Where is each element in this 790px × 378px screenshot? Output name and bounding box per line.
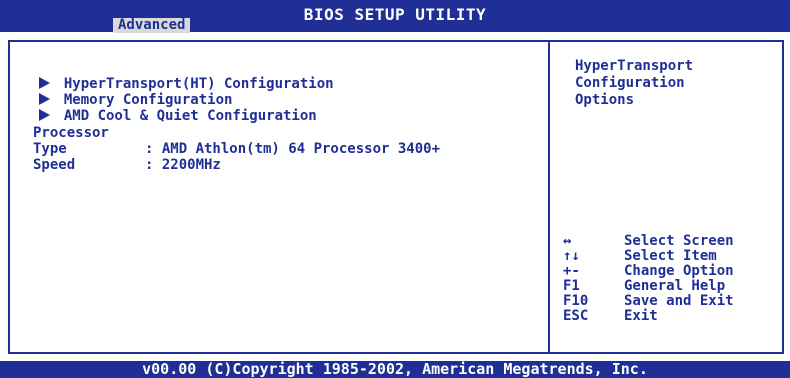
key-change-option: +- xyxy=(563,263,580,279)
key-exit: ESC xyxy=(563,308,589,324)
title-bar: BIOS SETUP UTILITY Advanced xyxy=(0,0,790,33)
help-text: HyperTransport Configuration Options xyxy=(575,58,775,109)
key-save-exit: F10 xyxy=(563,293,589,309)
menu-item-cool-quiet[interactable]: AMD Cool & Quiet Configuration xyxy=(22,92,317,124)
processor-heading: Processor xyxy=(33,125,109,141)
menu-item-hypertransport[interactable]: HyperTransport(HT) Configuration xyxy=(22,60,334,92)
triangle-right-icon xyxy=(38,109,50,121)
help-line: Configuration xyxy=(575,75,685,91)
key-desc-select-screen: Select Screen xyxy=(624,233,734,249)
processor-type-value: : AMD Athlon(tm) 64 Processor 3400+ xyxy=(145,141,441,157)
key-select-screen: ↔ xyxy=(563,233,572,249)
key-desc-general-help: General Help xyxy=(624,278,726,294)
key-desc-exit: Exit xyxy=(624,308,658,324)
panel-divider xyxy=(548,40,550,354)
key-desc-save-exit: Save and Exit xyxy=(624,293,734,309)
processor-type-label: Type xyxy=(33,141,67,157)
menu-item-memory[interactable]: Memory Configuration xyxy=(22,76,232,108)
tab-advanced[interactable]: Advanced xyxy=(113,18,191,33)
processor-speed-value: : 2200MHz xyxy=(145,157,221,173)
footer-bar: v00.00 (C)Copyright 1985-2002, American … xyxy=(0,361,790,378)
copyright-text: v00.00 (C)Copyright 1985-2002, American … xyxy=(142,360,648,378)
key-desc-select-item: Select Item xyxy=(624,248,717,264)
key-desc-change-option: Change Option xyxy=(624,263,734,279)
menu-item-label: AMD Cool & Quiet Configuration xyxy=(63,108,317,124)
key-general-help: F1 xyxy=(563,278,580,294)
help-line: HyperTransport xyxy=(575,58,694,74)
processor-speed-label: Speed xyxy=(33,157,76,173)
help-line: Options xyxy=(575,92,635,108)
key-select-item: ↑↓ xyxy=(563,248,580,264)
